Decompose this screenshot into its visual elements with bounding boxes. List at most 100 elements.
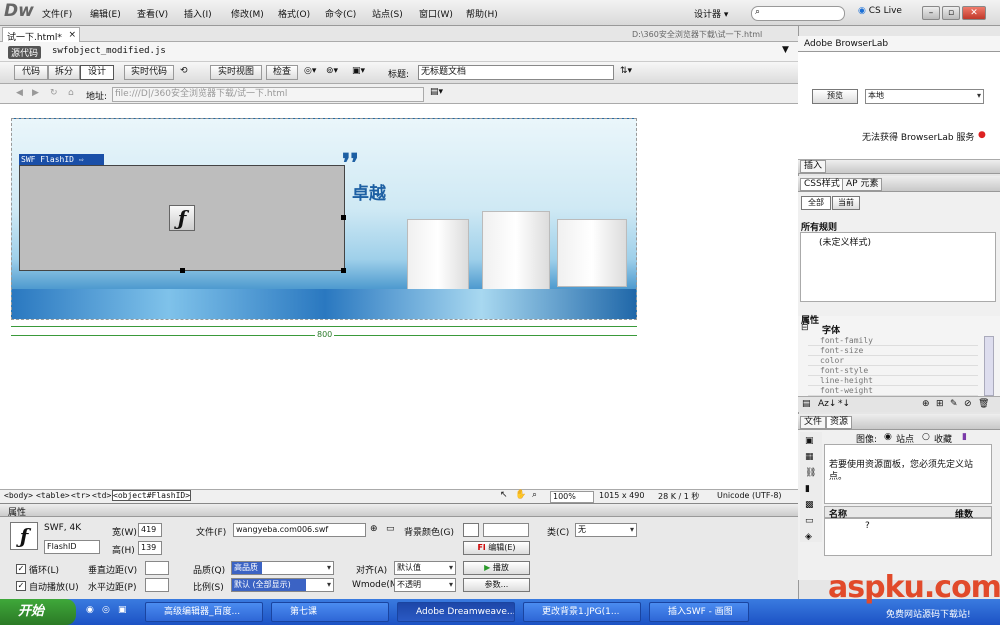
scripts-category-icon[interactable]: ◈	[805, 532, 812, 542]
site-radio[interactable]: ◉	[884, 432, 892, 442]
menu-modify[interactable]: 修改(M)	[231, 7, 264, 20]
minimize-button[interactable]: –	[922, 6, 940, 20]
menu-window[interactable]: 窗口(W)	[419, 7, 453, 20]
quicklaunch-ie-icon[interactable]: ◉	[86, 605, 94, 615]
start-button[interactable]: 开始	[0, 599, 76, 625]
menu-site[interactable]: 站点(S)	[372, 7, 403, 20]
css-prop-font-weight[interactable]: font-weight	[808, 386, 978, 396]
menu-commands[interactable]: 命令(C)	[325, 7, 356, 20]
maximize-button[interactable]: ▫	[942, 6, 960, 20]
forward-icon[interactable]: ▶	[32, 88, 39, 98]
taskbar-item-lesson[interactable]: 第七课	[271, 602, 389, 622]
parameters-button[interactable]: 参数...	[463, 578, 530, 592]
taskbar-item-background[interactable]: 更改背景1.JPG(1...	[523, 602, 641, 622]
inspect-button[interactable]: 检查	[266, 65, 298, 80]
css-all-button[interactable]: 全部	[801, 196, 831, 210]
cs-live-button[interactable]: ◉ CS Live	[858, 6, 902, 16]
code-view-button[interactable]: 代码	[14, 65, 48, 80]
wmode-select[interactable]: 不透明	[394, 578, 456, 592]
bg-color-swatch[interactable]	[463, 523, 479, 537]
urls-category-icon[interactable]: ⛓	[805, 468, 816, 478]
menu-file[interactable]: 文件(F)	[42, 7, 72, 20]
class-select[interactable]: 无	[575, 523, 637, 537]
visual-aids-icon[interactable]: ⊚▾	[326, 66, 338, 76]
local-select[interactable]: 本地	[865, 89, 984, 104]
title-input[interactable]: 无标题文档	[418, 65, 614, 80]
alpha-sort-icon[interactable]: Az↓	[818, 399, 836, 409]
css-prop-font-size[interactable]: font-size	[808, 346, 978, 356]
undefined-style-rule[interactable]: (未定义样式)	[819, 235, 871, 248]
favorites-radio[interactable]: ○	[922, 432, 930, 442]
hand-tool-icon[interactable]: ✋	[515, 490, 526, 500]
css-prop-font-style[interactable]: font-style	[808, 366, 978, 376]
tab-assets[interactable]: 资源	[826, 416, 853, 429]
help-icon[interactable]: ?	[865, 521, 870, 531]
point-to-file-icon[interactable]: ⊕	[370, 524, 378, 534]
menu-insert[interactable]: 插入(I)	[184, 7, 212, 20]
shockwave-category-icon[interactable]: ▩	[805, 500, 814, 510]
home-icon[interactable]: ⌂	[68, 88, 74, 98]
search-input[interactable]: ⌕	[751, 6, 845, 21]
resize-handle-bottom[interactable]	[180, 268, 185, 273]
resize-handle-right[interactable]	[341, 215, 346, 220]
browse-folder-icon[interactable]: ▭	[386, 524, 395, 534]
taskbar-item-dreamweaver[interactable]: Adobe Dreamweave...	[397, 602, 515, 622]
tab-css-styles[interactable]: CSS样式	[800, 178, 844, 191]
css-props-scrollbar[interactable]	[984, 336, 994, 396]
edit-rule-icon[interactable]: ✎	[950, 399, 958, 409]
menu-edit[interactable]: 编辑(E)	[90, 7, 121, 20]
insert-panel-header[interactable]: 插入	[798, 160, 1000, 174]
quicklaunch-desktop-icon[interactable]: ▣	[118, 605, 127, 615]
movies-category-icon[interactable]: ▭	[805, 516, 814, 526]
filter-icon[interactable]: ▼	[782, 45, 789, 55]
collapse-icon[interactable]: ⊟	[801, 323, 809, 333]
css-prop-line-height[interactable]: line-height	[808, 376, 978, 386]
back-icon[interactable]: ◀	[16, 88, 23, 98]
tag-body[interactable]: <body>	[4, 491, 33, 500]
close-button[interactable]: ✕	[962, 6, 986, 20]
workspace-switcher[interactable]: 设计器 ▾	[694, 7, 728, 20]
tag-td[interactable]: <td>	[92, 491, 111, 500]
height-input[interactable]: 139	[138, 541, 162, 555]
source-code-badge[interactable]: 源代码	[8, 46, 42, 59]
attach-style-icon[interactable]: ⊕	[922, 399, 930, 409]
quicklaunch-browser-icon[interactable]: ◎	[102, 605, 110, 615]
tag-object[interactable]: <object#FlashID>	[112, 490, 192, 501]
browser-preview-icon[interactable]: ◎▾	[304, 66, 316, 76]
css-current-button[interactable]: 当前	[832, 196, 860, 210]
bg-color-input[interactable]	[483, 523, 529, 537]
taskbar-item-paint[interactable]: 插入SWF - 画图	[649, 602, 749, 622]
autoplay-checkbox[interactable]: ✓	[16, 581, 26, 591]
tag-table[interactable]: <table>	[36, 491, 70, 500]
tab-files[interactable]: 文件	[800, 416, 827, 429]
show-category-icon[interactable]: ▤	[802, 399, 811, 409]
refresh-design-icon[interactable]: ⟲	[180, 66, 188, 76]
live-view-button[interactable]: 实时视图	[210, 65, 262, 80]
show-set-icon[interactable]: *↓	[838, 399, 850, 409]
zoom-tool-icon[interactable]: ⌕	[532, 490, 537, 500]
hspace-input[interactable]	[145, 578, 169, 592]
menu-format[interactable]: 格式(O)	[278, 7, 310, 20]
play-button[interactable]: ▶ 播放	[463, 561, 530, 575]
close-tab-icon[interactable]: ×	[68, 30, 76, 40]
file-management-icon[interactable]: ⇅▾	[620, 66, 632, 76]
width-input[interactable]: 419	[138, 523, 162, 537]
split-view-button[interactable]: 拆分	[48, 65, 80, 80]
vspace-input[interactable]	[145, 561, 169, 575]
tab-document[interactable]: 试一下.html* ×	[2, 27, 80, 43]
check-page-icon[interactable]: ▣▾	[352, 66, 365, 76]
align-select[interactable]: 默认值	[394, 561, 456, 575]
zoom-select[interactable]: 100%	[550, 491, 594, 503]
tab-ap-elements[interactable]: AP 元素	[842, 178, 883, 191]
address-input[interactable]: file:///D|/360安全浏览器下载/试一下.html	[112, 87, 424, 102]
flash-category-icon[interactable]: ▮	[805, 484, 810, 494]
refresh-icon[interactable]: ↻	[50, 88, 58, 98]
delete-icon[interactable]: 🗑	[978, 399, 989, 409]
window-size[interactable]: 1015 x 490	[599, 491, 644, 500]
design-view-button[interactable]: 设计	[80, 65, 114, 80]
file-input[interactable]: wangyeba.com006.swf	[233, 523, 366, 537]
ruler-width-label[interactable]: 800	[315, 330, 335, 339]
loop-checkbox[interactable]: ✓	[16, 564, 26, 574]
resize-handle-corner[interactable]	[341, 268, 346, 273]
colors-category-icon[interactable]: ▦	[805, 452, 814, 462]
